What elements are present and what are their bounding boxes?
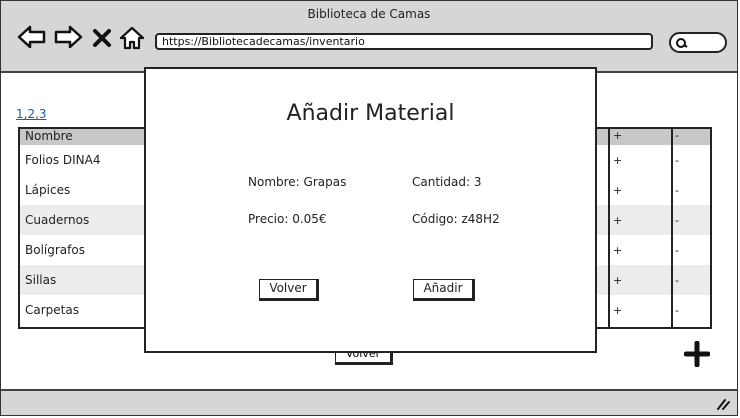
item-name: Sillas: [25, 273, 57, 287]
column-header-nombre: Nombre: [25, 129, 73, 143]
decrement-button[interactable]: -: [675, 154, 679, 167]
field-cantidad: Cantidad: 3: [412, 175, 482, 189]
item-name: Lápices: [25, 183, 71, 197]
resize-grip-icon[interactable]: [715, 397, 731, 411]
item-name: Cuadernos: [25, 213, 90, 227]
increment-button[interactable]: +: [613, 214, 622, 227]
status-bar: [1, 389, 737, 415]
decrement-button[interactable]: -: [675, 244, 679, 257]
increment-button[interactable]: +: [613, 274, 622, 287]
anadir-button[interactable]: Añadir: [413, 279, 475, 301]
forward-arrow-icon[interactable]: [53, 25, 83, 49]
item-name: Carpetas: [25, 303, 79, 317]
decrement-button[interactable]: -: [675, 184, 679, 197]
window-title: Biblioteca de Camas: [307, 7, 431, 21]
pagination-links[interactable]: 1,2,3: [16, 107, 47, 121]
field-precio: Precio: 0.05€: [248, 212, 327, 226]
column-divider: [671, 129, 673, 327]
search-icon: [676, 38, 688, 48]
browser-toolbar: Biblioteca de Camas https://Bibliotecade…: [1, 1, 737, 73]
close-x-icon[interactable]: [92, 28, 112, 48]
home-icon[interactable]: [119, 25, 145, 51]
url-field[interactable]: https://Bibliotecadecamas/inventario: [155, 33, 653, 50]
increment-button[interactable]: +: [613, 154, 622, 167]
add-item-plus-icon[interactable]: [684, 341, 710, 367]
field-nombre: Nombre: Grapas: [248, 175, 347, 189]
column-header-plus: +: [613, 129, 623, 142]
search-field[interactable]: [669, 32, 727, 53]
increment-button[interactable]: +: [613, 304, 622, 317]
add-material-dialog: Añadir Material Nombre: Grapas Cantidad:…: [144, 67, 597, 353]
dialog-title: Añadir Material: [286, 101, 455, 126]
decrement-button[interactable]: -: [675, 214, 679, 227]
column-header-minus: -: [675, 129, 679, 142]
decrement-button[interactable]: -: [675, 304, 679, 317]
browser-window: Biblioteca de Camas https://Bibliotecade…: [0, 0, 738, 416]
increment-button[interactable]: +: [613, 184, 622, 197]
item-name: Bolígrafos: [25, 243, 85, 257]
volver-button[interactable]: Volver: [259, 279, 319, 301]
field-codigo: Código: z48H2: [412, 212, 500, 226]
item-name: Folios DINA4: [25, 153, 101, 167]
column-divider: [608, 129, 610, 327]
back-arrow-icon[interactable]: [17, 25, 47, 49]
increment-button[interactable]: +: [613, 244, 622, 257]
decrement-button[interactable]: -: [675, 274, 679, 287]
